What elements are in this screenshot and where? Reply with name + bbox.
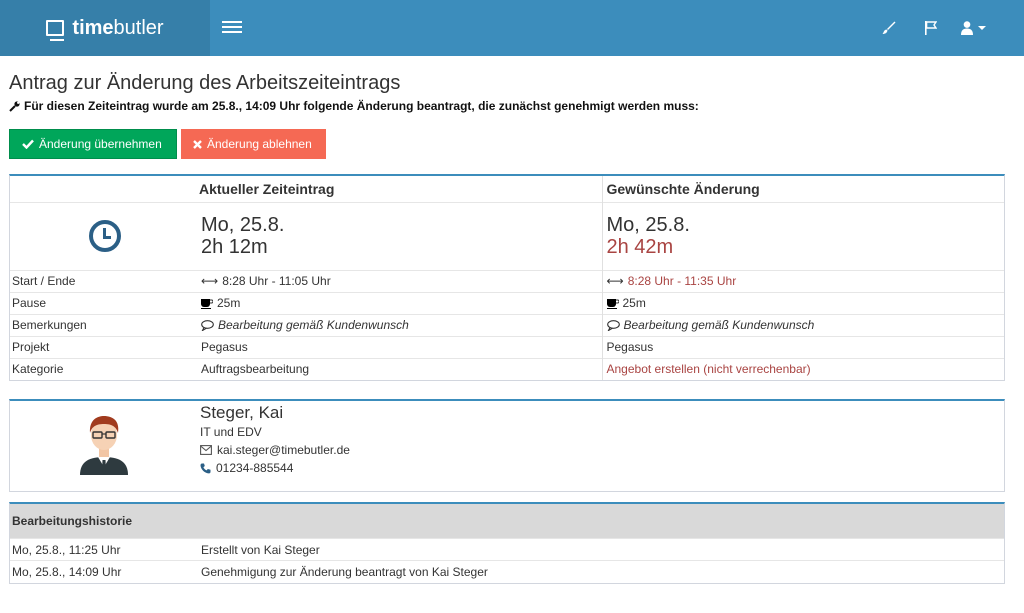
current-summary: Mo, 25.8. 2h 12m	[199, 201, 602, 270]
action-buttons: Änderung übernehmen Änderung ablehnen	[9, 129, 1005, 159]
table-row: Mo, 25.8., 14:09 Uhr Genehmigung zur Änd…	[10, 560, 1004, 583]
clock-icon	[88, 220, 121, 252]
close-icon	[193, 139, 202, 149]
header-current: Aktueller Zeiteintrag	[199, 180, 335, 197]
caret-down-icon	[977, 26, 986, 30]
row-label: Projekt	[10, 335, 199, 358]
row-label: Bemerkungen	[10, 313, 199, 336]
comment-icon	[606, 320, 620, 332]
header-requested: Gewünschte Änderung	[601, 176, 1004, 202]
requested-project: Pegasus	[601, 335, 1004, 358]
employee-phone: 01234-885544	[216, 461, 294, 475]
current-category: Auftragsbearbeitung	[199, 357, 602, 380]
history-table: Bearbeitungshistorie Mo, 25.8., 11:25 Uh…	[9, 502, 1005, 584]
requested-duration: 2h 42m	[606, 236, 674, 258]
brush-icon[interactable]	[868, 18, 910, 38]
avatar	[80, 416, 128, 475]
navbar-icons	[868, 18, 994, 38]
menu-icon[interactable]	[222, 19, 242, 35]
requested-summary: Mo, 25.8. 2h 42m	[601, 201, 1004, 270]
row-label: Kategorie	[10, 357, 199, 380]
reject-change-button[interactable]: Änderung ablehnen	[181, 129, 326, 159]
accept-change-button[interactable]: Änderung übernehmen	[9, 129, 177, 159]
monitor-icon	[46, 20, 65, 41]
check-icon	[22, 139, 34, 149]
user-icon	[960, 21, 973, 35]
subtitle-text: Für diesen Zeiteintrag wurde am 25.8., 1…	[24, 99, 699, 113]
history-time: Mo, 25.8., 14:09 Uhr	[10, 560, 199, 583]
employee-email-row: kai.steger@timebutler.de	[200, 441, 350, 459]
wrench-icon	[9, 100, 20, 112]
requested-remark: Bearbeitung gemäß Kundenwunsch	[601, 313, 1004, 336]
employee-info: Steger, Kai IT und EDV kai.steger@timebu…	[200, 403, 350, 477]
current-start-end: ⟷ 8:28 Uhr - 11:05 Uhr	[199, 269, 602, 292]
current-pause: 25m	[199, 291, 602, 314]
requested-start-end: ⟷ 8:28 Uhr - 11:35 Uhr	[601, 269, 1004, 292]
coffee-icon	[201, 298, 213, 309]
coffee-icon	[606, 298, 619, 309]
current-remark: Bearbeitung gemäß Kundenwunsch	[199, 313, 602, 336]
top-navbar: time butler	[0, 0, 1024, 56]
requested-pause: 25m	[601, 291, 1004, 314]
header-empty	[10, 176, 199, 202]
employee-department: IT und EDV	[200, 425, 262, 439]
current-date: Mo, 25.8.	[201, 214, 285, 236]
page-title: Antrag zur Änderung des Arbeitszeiteintr…	[9, 72, 401, 94]
arrows-h-icon: ⟷	[201, 274, 219, 289]
phone-icon	[200, 463, 211, 473]
comparison-table: Aktueller Zeiteintrag Gewünschte Änderun…	[9, 174, 1005, 381]
reject-change-label: Änderung ablehnen	[207, 137, 312, 151]
row-label: Pause	[10, 291, 199, 314]
page-subtitle: Für diesen Zeiteintrag wurde am 25.8., 1…	[9, 99, 1005, 113]
arrows-h-icon: ⟷	[606, 274, 624, 289]
history-time: Mo, 25.8., 11:25 Uhr	[10, 538, 199, 561]
history-title: Bearbeitungshistorie	[10, 504, 1004, 538]
employee-name: Steger, Kai	[200, 403, 284, 422]
flag-icon[interactable]	[910, 18, 952, 38]
envelope-icon	[200, 445, 212, 455]
employee-phone-row: 01234-885544	[200, 459, 350, 477]
table-row: Mo, 25.8., 11:25 Uhr Erstellt von Kai St…	[10, 538, 1004, 561]
brand-bold: time	[72, 16, 114, 39]
employee-email-link[interactable]: kai.steger@timebutler.de	[217, 441, 350, 459]
history-text: Erstellt von Kai Steger	[199, 538, 1004, 561]
requested-category: Angebot erstellen (nicht verrechenbar)	[601, 357, 1004, 380]
main-content: Antrag zur Änderung des Arbeitszeiteintr…	[9, 56, 1005, 584]
user-menu[interactable]	[952, 18, 994, 38]
comment-icon	[201, 320, 214, 332]
brand-logo[interactable]: time butler	[0, 0, 210, 56]
clock-cell	[10, 201, 199, 270]
row-label: Start / Ende	[10, 269, 199, 292]
history-text: Genehmigung zur Änderung beantragt von K…	[199, 560, 1004, 583]
current-project: Pegasus	[199, 335, 602, 358]
requested-date: Mo, 25.8.	[606, 214, 690, 236]
accept-change-label: Änderung übernehmen	[39, 137, 162, 151]
current-duration: 2h 12m	[201, 236, 268, 258]
brand-thin: butler	[113, 16, 164, 39]
employee-card: Steger, Kai IT und EDV kai.steger@timebu…	[9, 399, 1005, 492]
